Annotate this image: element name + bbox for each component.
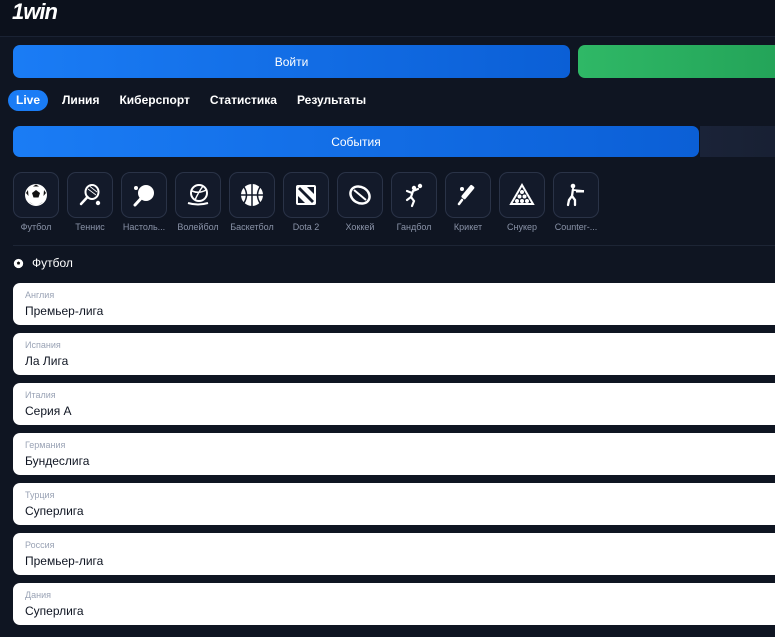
tab-statistics[interactable]: Статистика [200, 90, 287, 111]
sport-tennis[interactable]: Теннис [67, 172, 113, 232]
sport-basketball-box[interactable] [229, 172, 275, 218]
league-country: Турция [25, 490, 55, 500]
sports-row: Футбол Теннис Настоль... Волейбол Баскет… [13, 172, 599, 232]
sport-basketball[interactable]: Баскетбол [229, 172, 275, 232]
sport-label: Футбол [20, 222, 52, 232]
sport-tennis-box[interactable] [67, 172, 113, 218]
league-name: Бундеслига [25, 454, 90, 468]
section-header: Футбол [13, 256, 73, 270]
sport-snooker[interactable]: Снукер [499, 172, 545, 232]
hockey-icon [349, 185, 371, 205]
league-name: Премьер-лига [25, 304, 104, 318]
section-title: Футбол [32, 256, 73, 270]
sport-label: Теннис [75, 222, 105, 232]
sport-label: Крикет [453, 222, 483, 232]
cricket-icon [457, 185, 475, 206]
league-list: Англия Премьер-лига Испания Ла Лига Итал… [13, 283, 775, 633]
dota2-icon [296, 185, 316, 205]
sport-label: Гандбол [396, 222, 432, 232]
sport-label: Волейбол [177, 222, 219, 232]
league-country: Англия [25, 290, 55, 300]
tab-line[interactable]: Линия [52, 90, 109, 111]
sport-cricket-box[interactable] [445, 172, 491, 218]
subnav-next-tab[interactable] [700, 126, 775, 157]
main-nav: Live Линия Киберспорт Статистика Результ… [8, 90, 376, 111]
sport-hockey[interactable]: Хоккей [337, 172, 383, 232]
events-tab[interactable]: События [13, 126, 699, 157]
league-country: Россия [25, 540, 55, 550]
sport-label: Counter-... [554, 222, 598, 232]
league-item[interactable]: Италия Серия А [13, 383, 775, 425]
sport-label: Баскетбол [230, 222, 274, 232]
sport-dota2-box[interactable] [283, 172, 329, 218]
snooker-icon [509, 183, 535, 205]
divider [13, 245, 775, 246]
sport-handball-box[interactable] [391, 172, 437, 218]
league-name: Ла Лига [25, 354, 69, 368]
app-root: 1win Войти Live Линия Киберспорт Статист… [0, 0, 775, 637]
sport-snooker-box[interactable] [499, 172, 545, 218]
header: 1win [0, 0, 775, 37]
table-tennis-icon [133, 185, 154, 207]
league-country: Германия [25, 440, 66, 450]
sport-label: Хоккей [345, 222, 375, 232]
sport-label: Dota 2 [292, 222, 320, 232]
league-item[interactable]: Россия Премьер-лига [13, 533, 775, 575]
sport-label: Настоль... [122, 222, 166, 232]
sport-counter-strike[interactable]: Counter-... [553, 172, 599, 232]
sport-label: Снукер [506, 222, 538, 232]
sport-volleyball[interactable]: Волейбол [175, 172, 221, 232]
sport-table-tennis[interactable]: Настоль... [121, 172, 167, 232]
league-name: Суперлига [25, 604, 84, 618]
sport-football[interactable]: Футбол [13, 172, 59, 232]
sport-handball[interactable]: Гандбол [391, 172, 437, 232]
football-icon [25, 184, 47, 206]
tab-esports[interactable]: Киберспорт [109, 90, 199, 111]
football-icon [13, 258, 24, 268]
league-item[interactable]: Турция Суперлига [13, 483, 775, 525]
volleyball-icon [187, 184, 209, 206]
brand-logo[interactable]: 1win [12, 1, 58, 23]
sport-counter-strike-box[interactable] [553, 172, 599, 218]
league-name: Премьер-лига [25, 554, 104, 568]
tab-live[interactable]: Live [8, 90, 49, 111]
login-button[interactable]: Войти [13, 45, 570, 78]
sport-cricket[interactable]: Крикет [445, 172, 491, 232]
counter-strike-icon [566, 183, 585, 207]
register-button[interactable] [578, 45, 775, 78]
league-item[interactable]: Дания Суперлига [13, 583, 775, 625]
league-name: Суперлига [25, 504, 84, 518]
tennis-icon [79, 184, 101, 206]
league-name: Серия А [25, 404, 72, 418]
league-country: Италия [25, 390, 56, 400]
sport-hockey-box[interactable] [337, 172, 383, 218]
handball-icon [405, 183, 423, 208]
league-item[interactable]: Германия Бундеслига [13, 433, 775, 475]
league-item[interactable]: Испания Ла Лига [13, 333, 775, 375]
league-item[interactable]: Англия Премьер-лига [13, 283, 775, 325]
sport-football-box[interactable] [13, 172, 59, 218]
league-country: Испания [25, 340, 61, 350]
league-country: Дания [25, 590, 51, 600]
sport-table-tennis-box[interactable] [121, 172, 167, 218]
sport-volleyball-box[interactable] [175, 172, 221, 218]
basketball-icon [241, 184, 263, 206]
tab-results[interactable]: Результаты [287, 90, 376, 111]
sport-dota2[interactable]: Dota 2 [283, 172, 329, 232]
